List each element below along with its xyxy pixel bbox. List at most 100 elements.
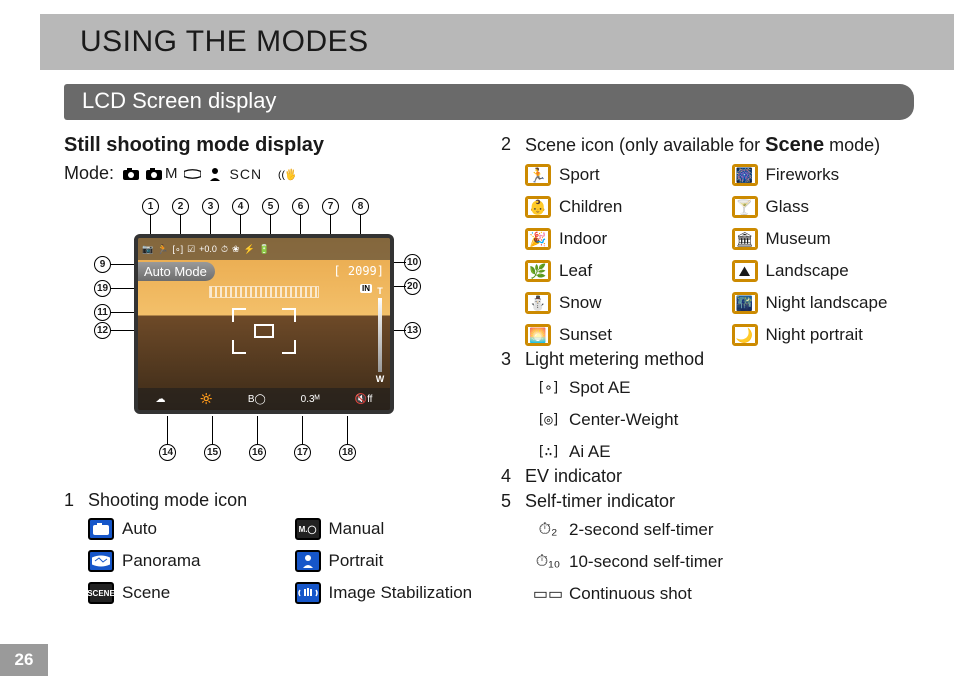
- continuous-shot-icon: ▭▭: [535, 583, 561, 605]
- list-item: 🎉 Indoor: [525, 225, 712, 253]
- list-item-label: Night portrait: [766, 325, 863, 345]
- list-item: Image Stabilization: [295, 579, 482, 607]
- list-item-label: Snow: [559, 293, 602, 313]
- section-5-grid: ⏱₂ 2-second self-timer ⏱₁₀ 10-second self-t…: [535, 516, 918, 608]
- section-4-title: EV indicator: [525, 466, 622, 487]
- section-2-grid: 🏃Sport🎆Fireworks👶Children🍸Glass🎉Indoor🏛M…: [525, 161, 918, 349]
- sunset-icon: 🌅: [525, 324, 551, 346]
- list-item-label: Spot AE: [569, 378, 630, 398]
- list-item-label: Image Stabilization: [329, 583, 473, 603]
- section-5-num: 5: [501, 491, 515, 512]
- leaf-icon: 🌿: [525, 260, 551, 282]
- callout-8: 8: [352, 198, 369, 215]
- callout-11: 11: [94, 304, 111, 321]
- list-item: ⛄ Snow: [525, 289, 712, 317]
- night-portrait-icon: 🌙: [732, 324, 758, 346]
- lcd-zoom-bar: T W: [374, 286, 386, 384]
- list-item-label: Leaf: [559, 261, 592, 281]
- lcd-bottom-row: ☁🔆B◯0.3ᴹ🔇ff: [138, 388, 390, 410]
- stabilization-icon: [295, 582, 321, 604]
- camera-icon: [122, 168, 139, 180]
- list-item: ⛰Landscape: [732, 257, 919, 285]
- snow-icon: ⛄: [525, 292, 551, 314]
- list-item: 🎆 Fireworks: [732, 161, 919, 189]
- list-item-label: Manual: [329, 519, 385, 539]
- list-item-label: Continuous shot: [569, 584, 692, 604]
- section-1-grid: AutoM.◯ManualPanoramaPortraitSCENESceneI…: [88, 515, 481, 607]
- zoom-w: W: [376, 374, 385, 384]
- lcd-counter: [ 2099]: [333, 264, 384, 278]
- scene-icon: SCENE: [88, 582, 114, 604]
- list-item: ⏱₂ 2-second self-timer: [535, 516, 918, 544]
- list-item: 👶Children: [525, 193, 712, 221]
- list-item-label: Fireworks: [766, 165, 840, 185]
- manual-icon: M.◯: [295, 518, 321, 540]
- callout-16: 16: [249, 444, 266, 461]
- lcd-top-row: 📷🏃[∘]☑+0.0⏱❀⚡🔋: [138, 238, 390, 260]
- lcd-screen: 📷🏃[∘]☑+0.0⏱❀⚡🔋 Auto Mode [ 2099] IN T W …: [134, 234, 394, 414]
- list-item-label: Landscape: [766, 261, 849, 281]
- museum-icon: 🏛: [732, 228, 758, 250]
- section-2-header: 2 Scene icon (only available for Scene m…: [501, 134, 918, 157]
- list-item: [∴]Ai AE: [535, 438, 918, 466]
- portrait-icon: [295, 550, 321, 572]
- list-item: M.◯ Manual: [295, 515, 482, 543]
- lcd-histogram: [209, 286, 319, 298]
- zoom-t: T: [377, 286, 383, 296]
- callout-18: 18: [339, 444, 356, 461]
- timer-2s-icon: ⏱₂: [535, 519, 561, 541]
- list-item-label: Center-Weight: [569, 410, 678, 430]
- callout-14: 14: [159, 444, 176, 461]
- page-title-bar: USING THE MODES: [40, 14, 954, 70]
- section-2-title: Scene icon (only available for Scene mod…: [525, 134, 880, 157]
- fireworks-icon: 🎆: [732, 164, 758, 186]
- indoor-icon: 🎉: [525, 228, 551, 250]
- callout-5: 5: [262, 198, 279, 215]
- callout-13: 13: [404, 322, 421, 339]
- camera-m-icon: [145, 168, 162, 180]
- glass-icon: 🍸: [732, 196, 758, 218]
- lcd-diagram: 📷🏃[∘]☑+0.0⏱❀⚡🔋 Auto Mode [ 2099] IN T W …: [64, 194, 424, 484]
- section-3-title: Light metering method: [525, 349, 704, 370]
- lcd-focus-frame: [232, 308, 296, 354]
- panorama-icon: [184, 168, 201, 180]
- mode-label: Mode:: [64, 163, 114, 184]
- list-item-label: Indoor: [559, 229, 607, 249]
- ai-ae-icon: [∴]: [535, 441, 561, 463]
- list-item: ⏱₁₀ 10-second self-timer: [535, 548, 918, 576]
- page-number: 26: [0, 644, 48, 676]
- callout-6: 6: [292, 198, 309, 215]
- list-item: 🌿 Leaf: [525, 257, 712, 285]
- list-item: 🏃Sport: [525, 161, 712, 189]
- portrait-icon: [207, 168, 224, 180]
- section-4-header: 4 EV indicator: [501, 466, 918, 487]
- callout-1: 1: [142, 198, 159, 215]
- section-5-title: Self-timer indicator: [525, 491, 675, 512]
- list-item: [◎] Center-Weight: [535, 406, 918, 434]
- svg-text:((🖐)): ((🖐)): [278, 167, 295, 180]
- list-item: 🌙 Night portrait: [732, 321, 919, 349]
- section-title: LCD Screen display: [64, 84, 914, 120]
- list-item-label: 2-second self-timer: [569, 520, 714, 540]
- spot-ae-icon: [∘]: [535, 377, 561, 399]
- list-item: 🌃Night landscape: [732, 289, 919, 317]
- timer-10s-icon: ⏱₁₀: [535, 551, 561, 573]
- list-item: ▭▭ Continuous shot: [535, 580, 918, 608]
- section-4-num: 4: [501, 466, 515, 487]
- section-1-header: 1 Shooting mode icon: [64, 490, 481, 511]
- list-item-label: Sunset: [559, 325, 612, 345]
- mode-m-suffix: M: [165, 165, 178, 182]
- list-item-label: Auto: [122, 519, 157, 539]
- section-2-num: 2: [501, 134, 515, 155]
- center-weight-icon: [◎]: [535, 409, 561, 431]
- list-item: Panorama: [88, 547, 275, 575]
- list-item-label: Portrait: [329, 551, 384, 571]
- list-item-label: Night landscape: [766, 293, 888, 313]
- callout-19: 19: [94, 280, 111, 297]
- list-item-label: Museum: [766, 229, 831, 249]
- list-item-label: 10-second self-timer: [569, 552, 723, 572]
- callout-7: 7: [322, 198, 339, 215]
- list-item-label: Sport: [559, 165, 600, 185]
- callout-17: 17: [294, 444, 311, 461]
- callout-9: 9: [94, 256, 111, 273]
